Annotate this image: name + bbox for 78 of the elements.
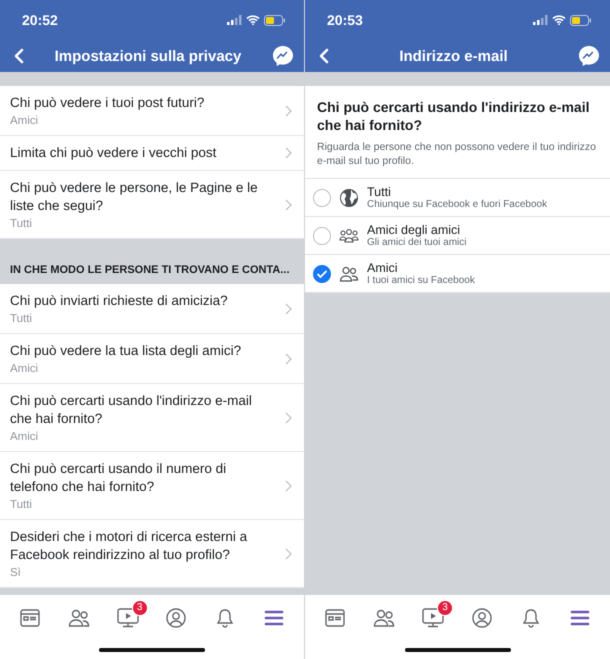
menu-icon (264, 610, 284, 626)
bell-icon (522, 608, 540, 628)
setting-title: Chi può inviarti richieste di amicizia? (10, 292, 229, 310)
wifi-icon (246, 15, 260, 25)
option-description: Gli amici dei tuoi amici (367, 237, 466, 248)
setting-title: Chi può cercarti usando l'indirizzo e-mail che hai fornito? (10, 392, 253, 428)
news-feed-icon (20, 608, 40, 626)
chevron-icon (285, 302, 292, 314)
audience-option[interactable]: Amici degli amici Gli amici dei tuoi amici (305, 217, 610, 255)
setting-title: Chi può vedere i tuoi post futuri? (10, 94, 206, 112)
setting-title: Chi può vedere la tua lista degli amici? (10, 342, 242, 360)
signal-icon (533, 15, 548, 25)
globe-icon (339, 188, 359, 208)
menu-icon (570, 610, 590, 626)
chevron-icon (285, 352, 292, 364)
people-group-icon (339, 228, 359, 244)
setting-value: Sì (10, 567, 22, 579)
section-header: IN CHE MODO LE PERSONE TI TROVANO E CONTA... (10, 264, 290, 276)
radio-button[interactable] (313, 264, 331, 282)
people-icon (339, 266, 359, 282)
setting-title: Chi può vedere le persone, le Pagine e le liste che segui? (10, 179, 259, 215)
battery-icon (570, 14, 592, 26)
back-icon[interactable] (319, 48, 329, 64)
setting-value: Amici (10, 115, 40, 127)
settings-row[interactable]: Chi può vedere le persone, le Pagine e le liste che segui? Tutti (0, 171, 304, 239)
battery-icon (264, 14, 286, 26)
setting-value: Tutti (10, 218, 33, 230)
audience-option[interactable]: Amici I tuoi amici su Facebook (305, 255, 610, 293)
chevron-icon (285, 104, 292, 116)
chevron-icon (285, 548, 292, 560)
notification-badge: 3 (132, 600, 148, 616)
setting-title: Chi può cercarti usando il numero di telefono che hai fornito? (10, 460, 228, 496)
chevron-icon (285, 147, 292, 159)
setting-title: Limita chi può vedere i vecchi post (10, 144, 218, 162)
video-screen-icon (116, 608, 139, 628)
check-icon (316, 268, 328, 278)
setting-value: Tutti (10, 499, 33, 511)
video-screen-icon (422, 608, 444, 628)
setting-title: Desideri che i motori di ricerca esterni a Facebook reindirizzino al tuo profilo? (10, 528, 248, 564)
bell-icon (216, 608, 234, 628)
settings-row[interactable]: Desideri che i motori di ricerca esterni a Facebook reindirizzino al tuo profilo? Sì (0, 520, 304, 588)
option-label: Amici (367, 261, 399, 275)
profile-icon (166, 608, 186, 628)
settings-row[interactable]: Chi può vedere i tuoi post futuri? Amici (0, 86, 304, 136)
setting-value: Amici (10, 431, 40, 443)
settings-row[interactable]: Chi può cercarti usando l'indirizzo e-mail che hai fornito? Amici (0, 384, 304, 452)
wifi-icon (552, 15, 566, 25)
friends-icon (373, 608, 396, 626)
status-time: 20:52 (22, 12, 58, 28)
audience-option[interactable]: Tutti Chiunque su Facebook e fuori Facebook (305, 179, 610, 217)
settings-row[interactable]: Limita chi può vedere i vecchi post (0, 136, 304, 171)
description: Riguarda le persone che non possono vedere il tuo indirizzo e-mail sul tuo profilo. (317, 140, 598, 168)
messenger-icon[interactable] (578, 45, 600, 67)
chevron-icon (285, 480, 292, 492)
option-description: Chiunque su Facebook e fuori Facebook (367, 199, 548, 210)
screen-title: Impostazioni sulla privacy (54, 48, 242, 64)
chevron-icon (285, 198, 292, 210)
friends-icon (68, 608, 90, 626)
chevron-icon (285, 412, 292, 424)
profile-icon (472, 608, 492, 628)
messenger-icon[interactable] (272, 45, 294, 67)
settings-row[interactable]: Chi può cercarti usando il numero di telefono che hai fornito? Tutti (0, 452, 304, 520)
radio-button[interactable] (313, 226, 331, 244)
option-label: Tutti (367, 185, 392, 199)
signal-icon (227, 15, 242, 25)
radio-button[interactable] (313, 188, 331, 206)
notification-badge: 3 (437, 600, 454, 616)
status-time: 20:53 (327, 12, 363, 28)
settings-row[interactable]: Chi può inviarti richieste di amicizia? Tutti (0, 284, 304, 334)
settings-row[interactable]: Chi può vedere la tua lista degli amici? Amici (0, 334, 304, 384)
screen-title: Indirizzo e-mail (398, 48, 509, 64)
option-label: Amici degli amici (367, 223, 462, 237)
news-feed-icon (325, 608, 346, 626)
question: Chi può cercarti usando l'indirizzo e-mail che hai fornito? (317, 98, 590, 134)
back-icon[interactable] (14, 48, 24, 64)
setting-value: Amici (10, 363, 40, 375)
setting-value: Tutti (10, 313, 33, 325)
option-description: I tuoi amici su Facebook (367, 275, 475, 286)
